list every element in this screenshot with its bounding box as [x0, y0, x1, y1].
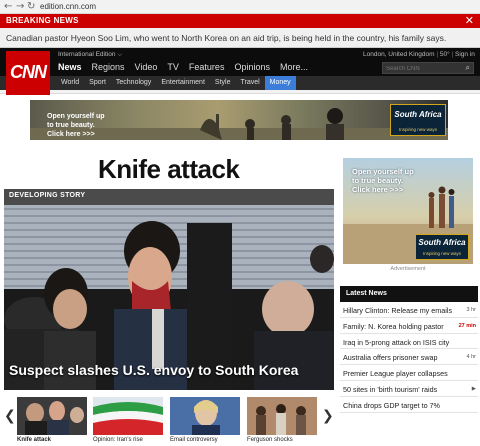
edition-selector[interactable]: International Edition ⌵: [58, 51, 122, 59]
nav-tv[interactable]: TV: [167, 62, 179, 74]
cnn-logo[interactable]: CNN: [6, 51, 50, 95]
search-box[interactable]: ⌕: [382, 62, 474, 74]
sign-in-link[interactable]: Sign in: [455, 51, 475, 58]
latest-news-header: Latest News: [340, 286, 478, 302]
news-headline[interactable]: Family: N. Korea holding pastor: [343, 322, 444, 331]
temperature: 50°: [439, 51, 450, 58]
subnav-money[interactable]: Money: [264, 76, 296, 90]
side-ad-text[interactable]: Open yourself up to true beauty. Click h…: [352, 167, 414, 194]
breaking-news-label: BREAKING NEWS: [6, 16, 79, 25]
carousel-thumb-ferguson[interactable]: [247, 397, 317, 435]
news-time: 27 min: [458, 322, 476, 329]
hero-story[interactable]: DEVELOPING STORY Suspect slashes U.S. en…: [4, 189, 334, 390]
developing-story-bar: DEVELOPING STORY: [4, 189, 334, 205]
list-item[interactable]: Family: N. Korea holding pastor 27 min: [340, 318, 478, 334]
latest-news-list: Hillary Clinton: Release my emails 3 hr …: [340, 302, 478, 413]
thumb-image: [93, 397, 163, 435]
nav-divider: [0, 90, 480, 94]
carousel-next-icon[interactable]: ❯: [322, 408, 334, 424]
list-item[interactable]: 50 sites in 'birth tourism' raids ▶: [340, 381, 478, 397]
logo-text: CNN: [10, 62, 47, 82]
reload-icon[interactable]: ↻: [27, 1, 35, 12]
sub-nav: World Sport Technology Entertainment Sty…: [0, 76, 480, 90]
page-headline[interactable]: Knife attack: [98, 154, 240, 185]
news-headline[interactable]: 50 sites in 'birth tourism' raids: [343, 385, 437, 394]
news-headline[interactable]: Iraq in 5-prong attack on ISIS city: [343, 338, 449, 347]
carousel-prev-icon[interactable]: ❮: [4, 408, 16, 424]
list-item[interactable]: Iraq in 5-prong attack on ISIS city: [340, 334, 478, 350]
search-icon[interactable]: ⌕: [466, 63, 470, 73]
back-icon[interactable]: ←: [4, 1, 12, 12]
ad-text[interactable]: Open yourself up to true beauty. Click h…: [47, 112, 105, 139]
close-icon[interactable]: ✕: [465, 14, 474, 27]
thumb-image: [170, 397, 240, 435]
subnav-world[interactable]: World: [56, 76, 84, 90]
side-ad[interactable]: Open yourself up to true beauty. Click h…: [343, 158, 473, 264]
ad-brand-badge: South Africa Inspiring new ways: [390, 104, 446, 136]
carousel-thumb-iran[interactable]: [93, 397, 163, 435]
nav-more[interactable]: More...: [280, 62, 308, 74]
browser-toolbar: ← → ↻ edition.cnn.com: [0, 0, 480, 14]
main-nav: News Regions Video TV Features Opinions …: [58, 62, 308, 74]
subnav-technology[interactable]: Technology: [111, 76, 156, 90]
side-ad-tagline: Inspiring new ways: [422, 251, 462, 256]
side-ad-brand-badge: South Africa Inspiring new ways: [415, 234, 469, 260]
breaking-news-text-bar[interactable]: Canadian pastor Hyeon Soo Lim, who went …: [0, 28, 480, 48]
nav-opinions[interactable]: Opinions: [234, 62, 270, 74]
thumb-caption[interactable]: Opinion: Iran's rise: [93, 437, 143, 443]
nav-regions[interactable]: Regions: [92, 62, 125, 74]
thumb-image: [247, 397, 317, 435]
advertisement-label: Advertisement: [390, 266, 426, 272]
subnav-sport[interactable]: Sport: [84, 76, 111, 90]
banner-ad[interactable]: Open yourself up to true beauty. Click h…: [30, 100, 448, 140]
carousel-thumb-email[interactable]: [170, 397, 240, 435]
forward-icon[interactable]: →: [16, 1, 24, 12]
list-item[interactable]: Hillary Clinton: Release my emails 3 hr: [340, 302, 478, 318]
news-headline[interactable]: China drops GDP target to 7%: [343, 401, 440, 410]
subnav-entertainment[interactable]: Entertainment: [156, 76, 210, 90]
news-time: 4 hr: [466, 354, 476, 361]
nav-features[interactable]: Features: [189, 62, 225, 74]
thumb-caption[interactable]: Email controversy: [170, 437, 218, 443]
breaking-news-bar: BREAKING NEWS ✕: [0, 14, 480, 28]
ad-brand: South Africa: [394, 110, 442, 119]
subnav-travel[interactable]: Travel: [235, 76, 264, 90]
location-text: London, United Kingdom: [363, 51, 435, 58]
thumb-caption[interactable]: Ferguson shocks: [247, 437, 293, 443]
location-bar: London, United Kingdom | 50° | Sign in: [363, 51, 475, 58]
news-time: 3 hr: [466, 307, 476, 313]
nav-video[interactable]: Video: [135, 62, 158, 74]
news-headline[interactable]: Premier League player collapses: [343, 369, 448, 378]
hero-photo: [4, 221, 334, 390]
subnav-style[interactable]: Style: [210, 76, 236, 90]
thumb-image: [17, 397, 87, 435]
latest-news-title: Latest News: [346, 290, 387, 297]
address-bar[interactable]: edition.cnn.com: [40, 2, 96, 11]
developing-story-label: DEVELOPING STORY: [9, 192, 86, 199]
search-input[interactable]: [386, 64, 456, 73]
video-play-icon: ▶: [471, 385, 476, 392]
ad-tagline: Inspiring new ways: [398, 127, 438, 132]
list-item[interactable]: China drops GDP target to 7%: [340, 397, 478, 413]
list-item[interactable]: Premier League player collapses: [340, 365, 478, 381]
news-headline[interactable]: Hillary Clinton: Release my emails: [343, 306, 452, 315]
news-headline[interactable]: Australia offers prisoner swap: [343, 353, 438, 362]
nav-news[interactable]: News: [58, 62, 82, 74]
thumb-caption[interactable]: Knife attack: [17, 437, 51, 443]
side-ad-brand: South Africa: [418, 238, 466, 247]
breaking-news-text[interactable]: Canadian pastor Hyeon Soo Lim, who went …: [6, 33, 446, 43]
hero-caption[interactable]: Suspect slashes U.S. envoy to South Kore…: [9, 362, 298, 378]
list-item[interactable]: Australia offers prisoner swap 4 hr: [340, 349, 478, 366]
carousel-thumb-knife-attack[interactable]: [17, 397, 87, 435]
